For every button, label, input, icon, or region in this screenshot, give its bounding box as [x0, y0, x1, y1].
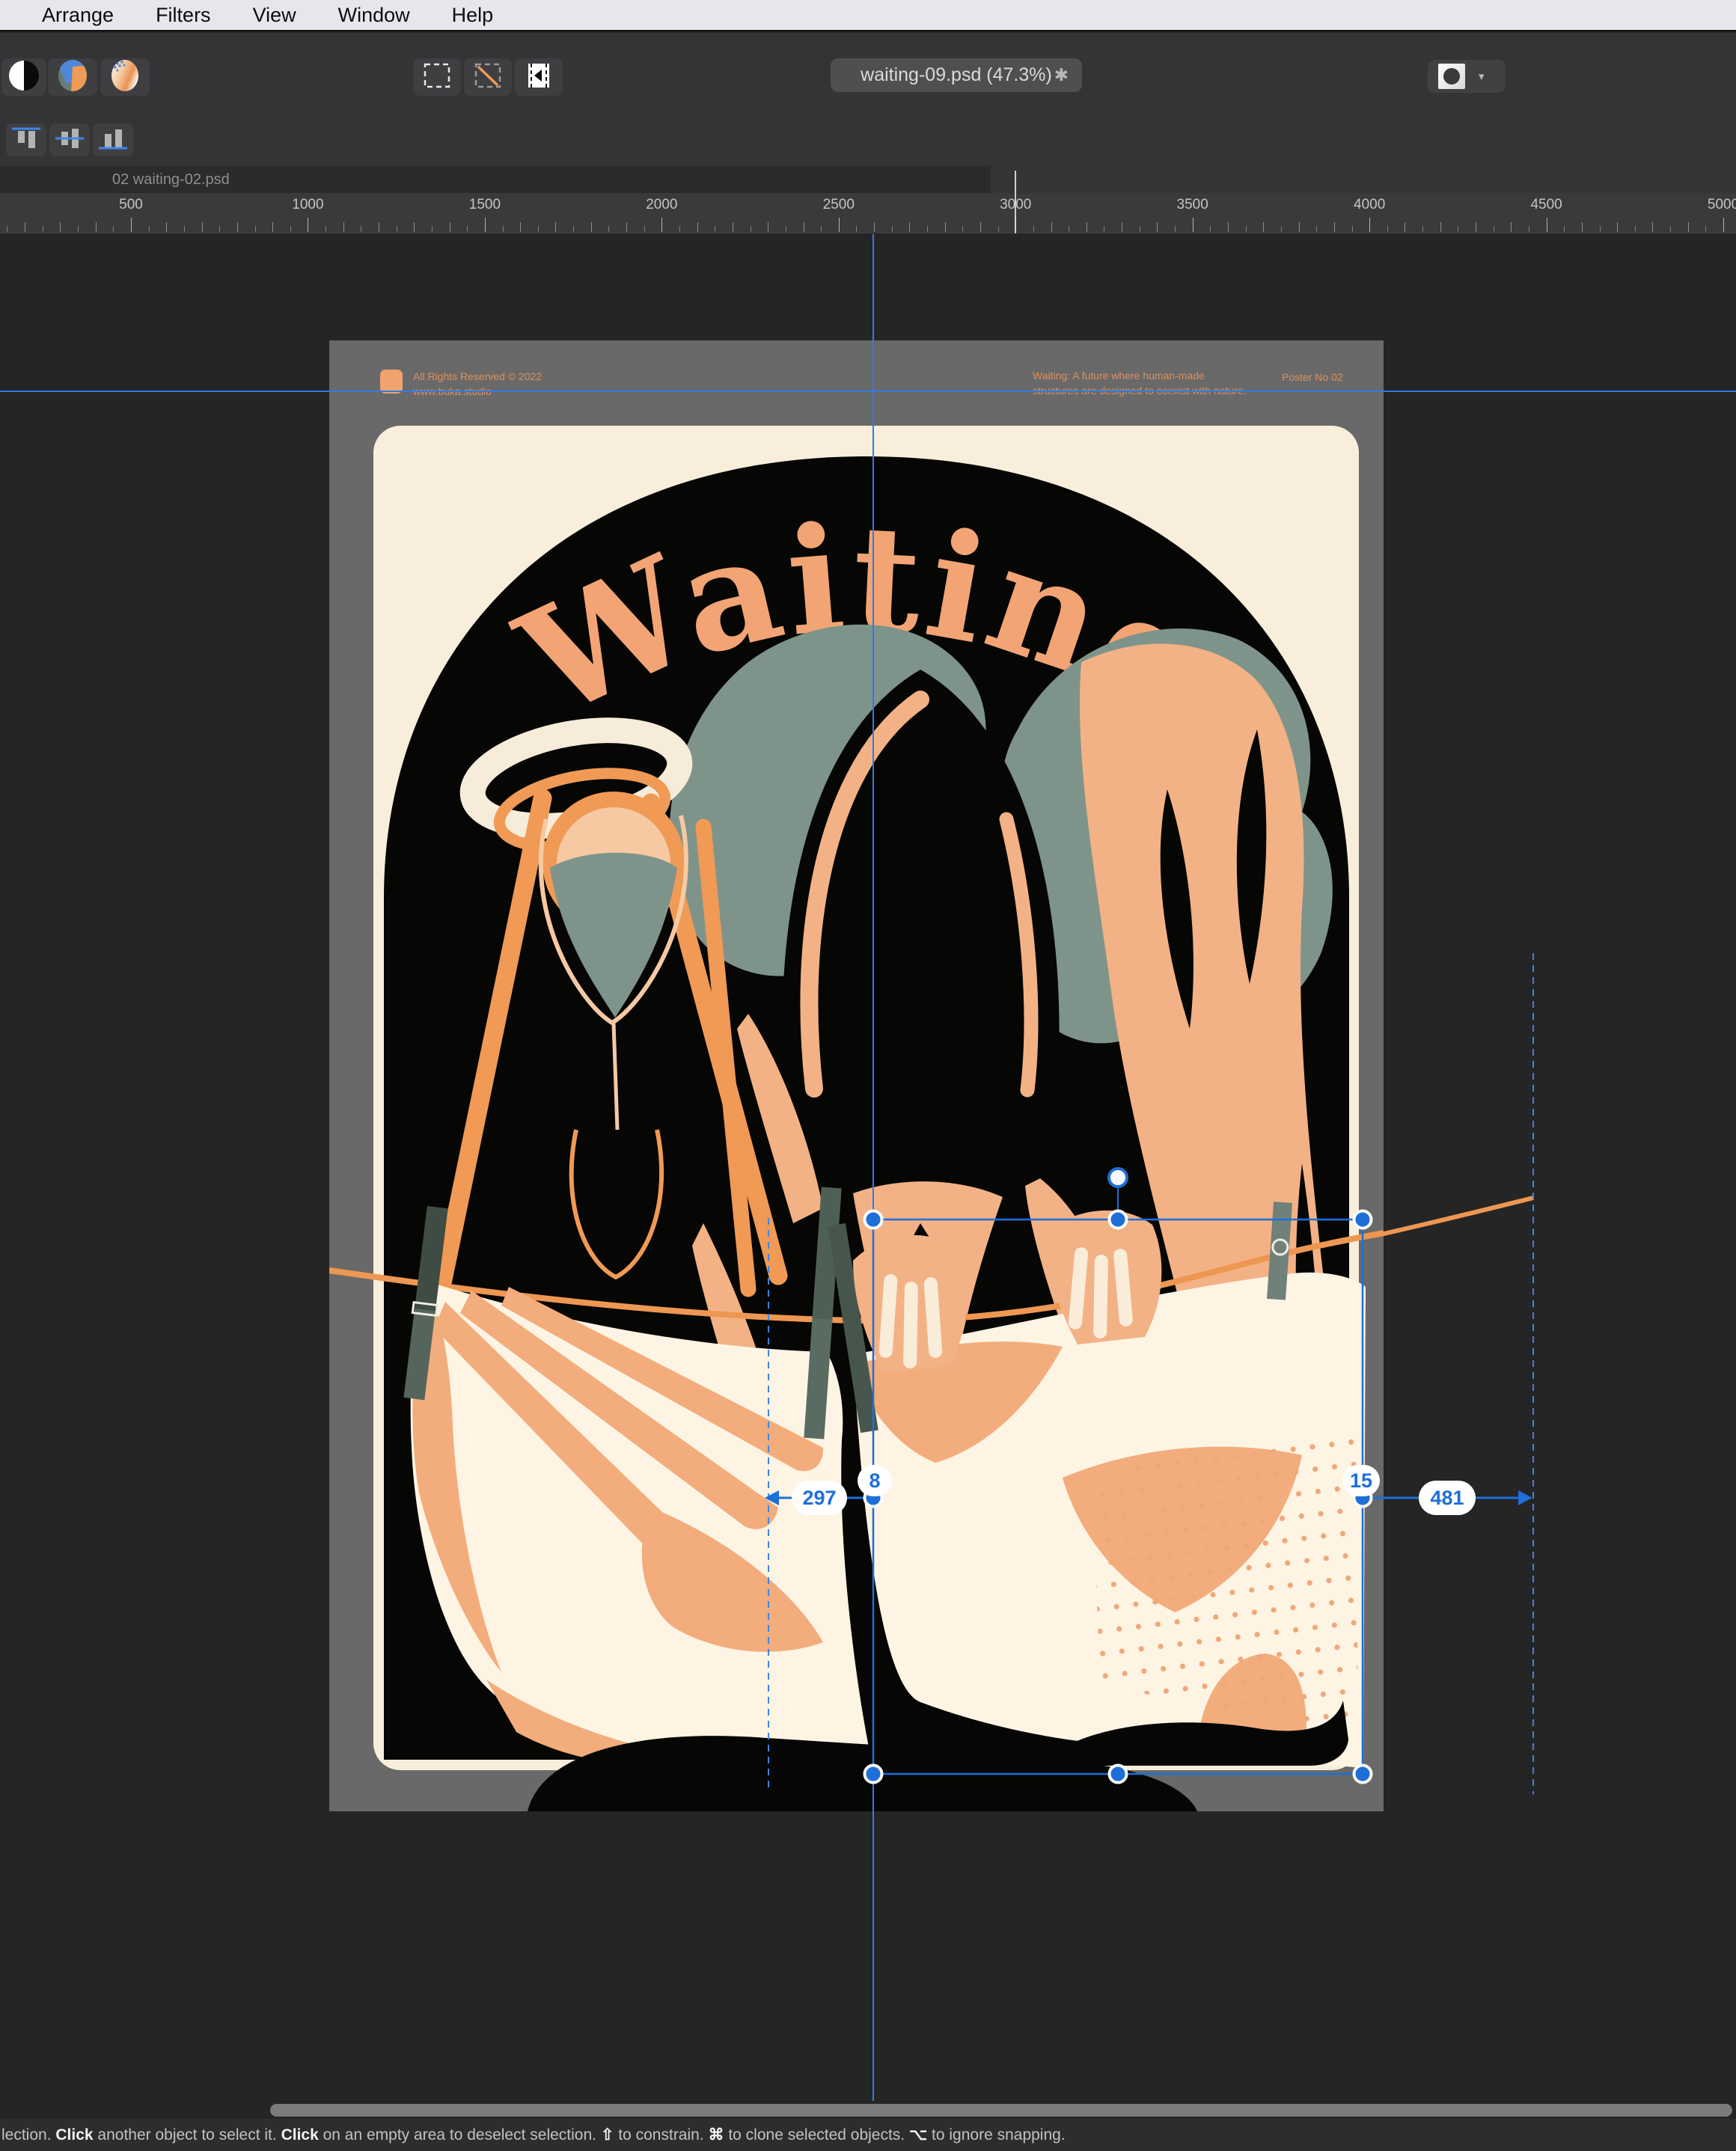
status-text: to constrain.	[614, 2126, 708, 2144]
command-key-icon: ⌘	[709, 2126, 724, 2144]
line-marquee-button[interactable]	[464, 58, 512, 96]
tab-strip-empty-area[interactable]	[991, 166, 1736, 193]
menu-item-window[interactable]: Window	[338, 4, 410, 27]
status-click-1: Click	[55, 2126, 93, 2144]
line-marquee-icon	[473, 61, 503, 94]
rectangular-marquee-button[interactable]	[413, 58, 461, 96]
gradient-overlay-button[interactable]	[100, 58, 150, 96]
menu-item-arrange[interactable]: Arrange	[42, 4, 114, 27]
split-tone-icon	[7, 59, 40, 96]
align-top-icon	[10, 125, 43, 156]
ruler-label: 2000	[646, 197, 677, 213]
align-top-button[interactable]	[6, 123, 46, 156]
status-text: another object to select it.	[94, 2126, 281, 2144]
rectangular-marquee-icon	[422, 61, 452, 94]
document-title: waiting-09.psd (47.3%)	[861, 64, 1052, 86]
option-key-icon: ⌥	[909, 2126, 927, 2144]
shift-key-icon: ⇧	[601, 2126, 614, 2144]
ruler-label: 1000	[292, 197, 323, 213]
file-tab-strip: 02 waiting-02.psd	[0, 166, 1736, 194]
status-click-2: Click	[281, 2126, 319, 2144]
modified-star-icon: ✱	[1054, 65, 1069, 85]
ruler-label: 5000	[1708, 197, 1736, 213]
status-bar: lection. Click another object to select …	[0, 2119, 1736, 2151]
file-tab-waiting-02[interactable]: 02 waiting-02.psd	[112, 171, 230, 189]
horizontal-ruler[interactable]: 500100015002000250030003500400045005000	[0, 193, 1736, 234]
ruler-label: 3500	[1177, 197, 1208, 213]
gradient-overlay-icon	[109, 59, 141, 96]
split-tone-button[interactable]	[1, 58, 46, 96]
column-marquee-button[interactable]	[515, 58, 563, 96]
chevron-down-icon: ▾	[1479, 70, 1485, 83]
horizontal-scrollbar[interactable]	[270, 2104, 1732, 2117]
status-text: to ignore snapping.	[927, 2126, 1065, 2144]
align-middle-icon	[53, 125, 86, 156]
main-toolbar: waiting-09.psd (47.3%) ✱ ▾	[0, 33, 1736, 166]
ruler-label: 2500	[823, 197, 855, 213]
align-middle-button[interactable]	[49, 123, 90, 156]
menu-item-view[interactable]: View	[253, 4, 296, 27]
ruler-cursor-indicator	[1015, 171, 1016, 233]
status-text: to clone selected objects.	[724, 2126, 909, 2144]
status-text: lection.	[1, 2126, 55, 2144]
color-balance-icon	[56, 59, 89, 96]
ruler-label: 4500	[1530, 197, 1562, 213]
document-title-tab[interactable]: waiting-09.psd (47.3%) ✱	[831, 58, 1082, 92]
align-bottom-button[interactable]	[93, 123, 133, 156]
menu-item-help[interactable]: Help	[452, 4, 494, 27]
column-marquee-icon	[524, 61, 554, 94]
ruler-label: 4000	[1354, 197, 1385, 213]
canvas-pasteboard[interactable]	[0, 234, 1736, 2119]
photo-editor-window: Arrange Filters View Window Help	[0, 0, 1736, 2151]
vector-view-icon	[1438, 64, 1465, 89]
color-balance-button[interactable]	[48, 58, 97, 96]
status-text: on an empty area to deselect selection.	[319, 2126, 601, 2144]
ruler-label: 1500	[469, 197, 501, 213]
menu-bar: Arrange Filters View Window Help	[0, 0, 1736, 31]
menu-item-filters[interactable]: Filters	[156, 4, 211, 27]
view-mode-button[interactable]: ▾	[1428, 60, 1506, 93]
artboard[interactable]	[329, 340, 1384, 1811]
ruler-label: 500	[119, 197, 143, 213]
align-bottom-icon	[97, 125, 129, 156]
